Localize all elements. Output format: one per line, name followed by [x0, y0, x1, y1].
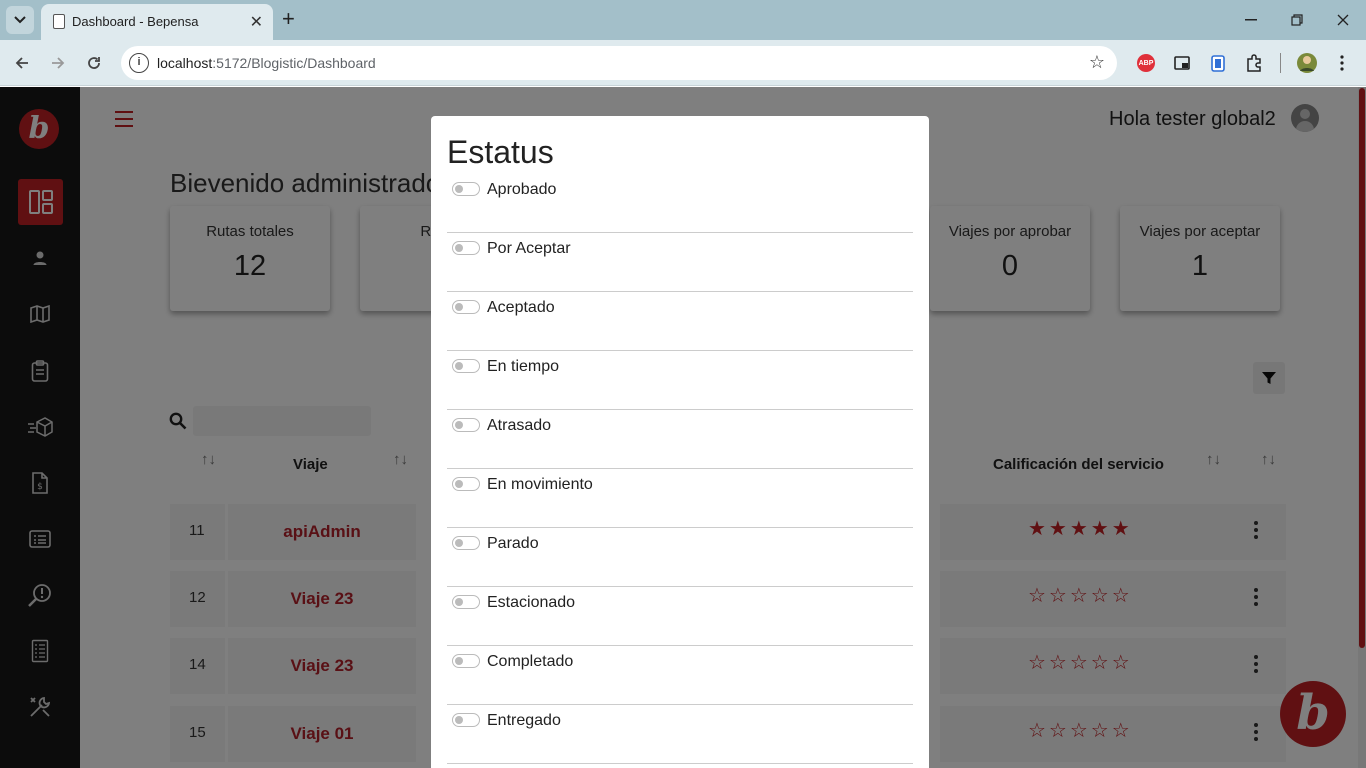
status-option[interactable]: Completado	[447, 646, 913, 705]
status-option[interactable]: Entregado	[447, 705, 913, 764]
toggle-switch[interactable]	[452, 241, 480, 255]
toggle-switch[interactable]	[452, 300, 480, 314]
address-bar: i localhost:5172/Blogistic/Dashboard ☆ A…	[0, 40, 1366, 86]
toggle-switch[interactable]	[452, 713, 480, 727]
status-option[interactable]: Por Aceptar	[447, 233, 913, 292]
status-option[interactable]: Aceptado	[447, 292, 913, 351]
status-option-label: Entregado	[487, 712, 561, 729]
status-option[interactable]: En movimiento	[447, 469, 913, 528]
browser-menu-icon[interactable]	[1331, 52, 1353, 74]
status-option-label: Estacionado	[487, 594, 576, 611]
close-tab-icon[interactable]: ✕	[250, 12, 263, 32]
reload-icon	[88, 57, 100, 69]
url-path: :5172/Blogistic/Dashboard	[212, 55, 376, 71]
url-input[interactable]: i localhost:5172/Blogistic/Dashboard ☆	[121, 46, 1117, 80]
bookmark-star-icon[interactable]: ☆	[1089, 52, 1105, 73]
toggle-switch[interactable]	[452, 477, 480, 491]
status-option-label: Completado	[487, 653, 574, 670]
toolbar-separator	[1280, 53, 1281, 73]
window-controls	[1228, 0, 1366, 40]
profile-avatar[interactable]	[1296, 52, 1318, 74]
status-option[interactable]: Aprobado	[447, 174, 913, 233]
toggle-switch[interactable]	[452, 595, 480, 609]
status-option-label: Aceptado	[487, 299, 555, 316]
tab-search-button[interactable]	[6, 6, 34, 34]
status-option[interactable]: Estacionado	[447, 587, 913, 646]
minimize-button[interactable]	[1228, 0, 1274, 40]
site-info-icon[interactable]: i	[129, 53, 149, 73]
browser-tab[interactable]: Dashboard - Bepensa ✕	[41, 4, 273, 40]
forward-button[interactable]	[46, 51, 70, 75]
status-option-label: Por Aceptar	[487, 240, 571, 257]
extensions-puzzle-icon[interactable]	[1243, 52, 1265, 74]
arrow-left-icon	[15, 57, 28, 69]
toggle-switch[interactable]	[452, 536, 480, 550]
status-option[interactable]: En tiempo	[447, 351, 913, 410]
status-option-label: Atrasado	[487, 417, 552, 434]
close-window-button[interactable]	[1320, 0, 1366, 40]
modal-title: Estatus	[447, 134, 554, 170]
status-option-label: En tiempo	[487, 358, 560, 375]
toggle-switch[interactable]	[452, 418, 480, 432]
status-option-label: En movimiento	[487, 476, 593, 493]
picture-in-picture-icon[interactable]	[1171, 52, 1193, 74]
tab-title: Dashboard - Bepensa	[72, 14, 199, 29]
chevron-down-icon	[14, 16, 26, 24]
url-host: localhost	[157, 55, 213, 71]
arrow-right-icon	[52, 57, 65, 69]
reload-button[interactable]	[82, 51, 106, 75]
new-tab-button[interactable]: +	[282, 7, 295, 31]
toggle-switch[interactable]	[452, 359, 480, 373]
toggle-switch[interactable]	[452, 182, 480, 196]
status-option-label: Aprobado	[487, 181, 557, 198]
status-filter-modal: Estatus Aprobado Por Aceptar Aceptado En…	[431, 116, 929, 768]
clipboard-extension-icon[interactable]	[1207, 52, 1229, 74]
status-option[interactable]: Atrasado	[447, 410, 913, 469]
adblock-extension-icon[interactable]: ABP	[1137, 54, 1155, 72]
url-text: localhost:5172/Blogistic/Dashboard	[157, 55, 376, 71]
restore-button[interactable]	[1274, 0, 1320, 40]
back-button[interactable]	[10, 51, 34, 75]
status-option-label: Parado	[487, 535, 539, 552]
toggle-switch[interactable]	[452, 654, 480, 668]
page-icon	[53, 14, 65, 29]
browser-tabbar: Dashboard - Bepensa ✕ +	[0, 0, 1366, 40]
status-option[interactable]: Parado	[447, 528, 913, 587]
